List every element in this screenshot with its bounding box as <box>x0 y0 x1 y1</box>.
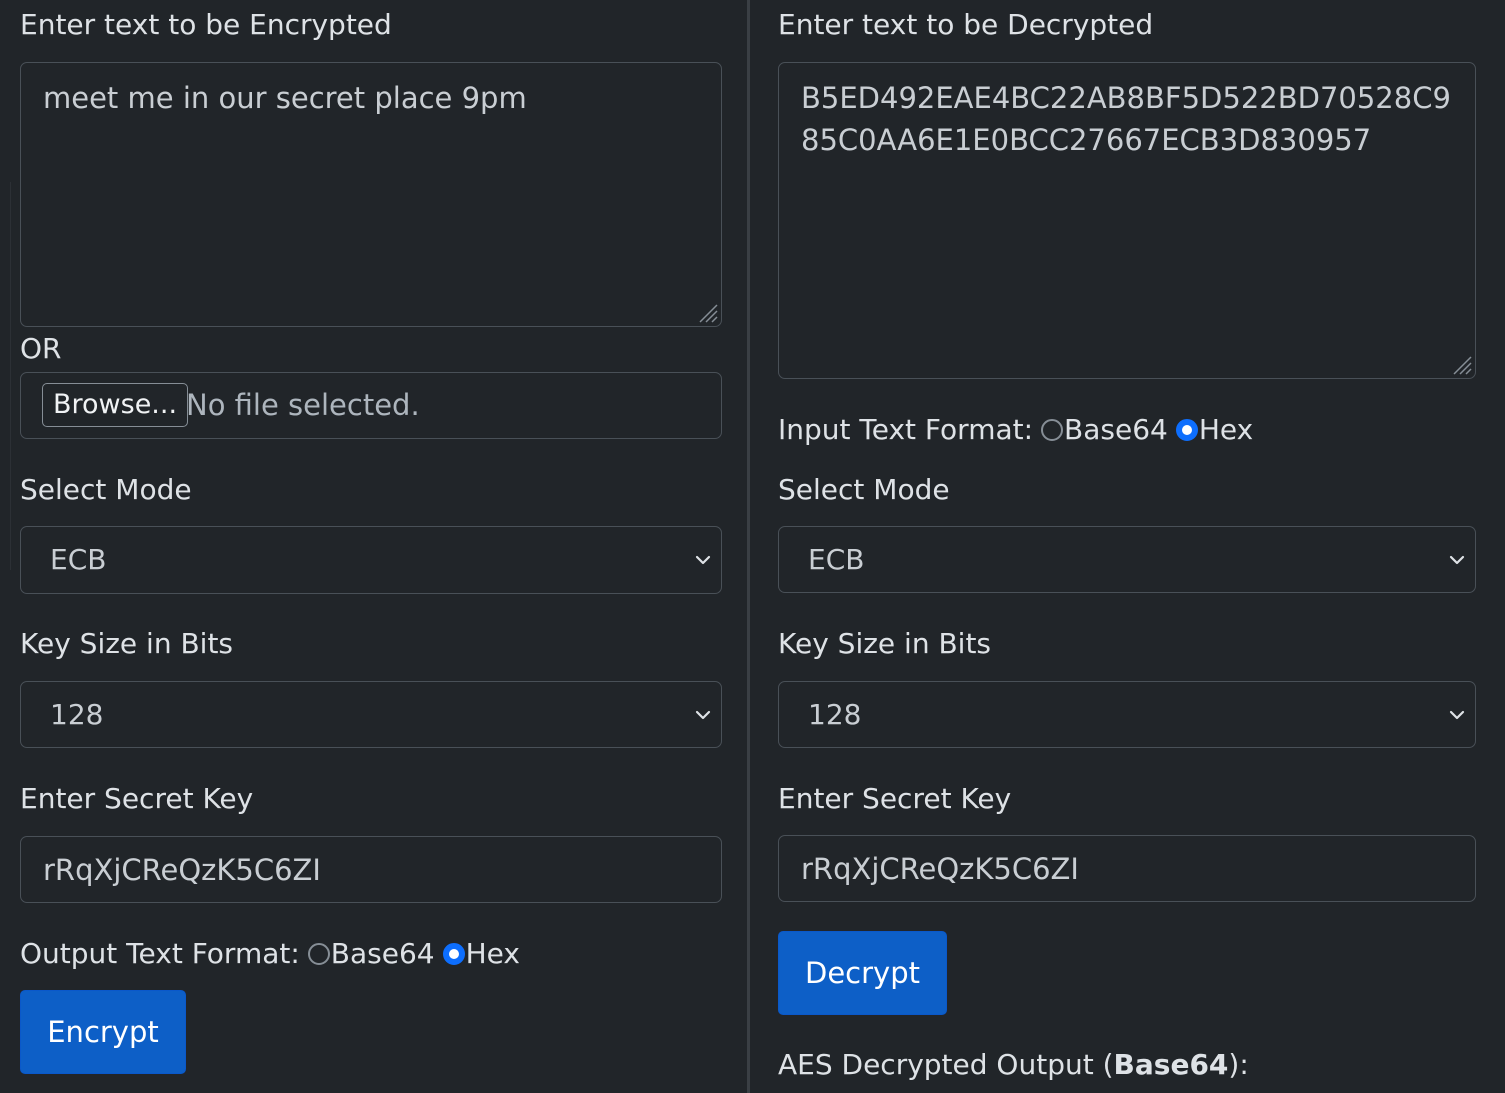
decrypt-secret-key-value: rRqXjCReQzK5C6ZI <box>801 852 1079 886</box>
input-format-base64-label[interactable]: Base64 <box>1064 412 1168 448</box>
decrypt-secret-key-input[interactable]: rRqXjCReQzK5C6ZI <box>778 835 1476 902</box>
encrypt-mode-select[interactable]: ECB <box>20 526 722 594</box>
encrypt-button[interactable]: Encrypt <box>20 990 186 1074</box>
output-format-base64-radio[interactable] <box>307 943 330 965</box>
decrypted-output-paren-open: ( <box>1102 1048 1114 1081</box>
decrypted-output-label: AES Decrypted Output <box>778 1048 1094 1081</box>
resize-grip-icon[interactable] <box>1450 353 1472 375</box>
output-format-label: Output Text Format: <box>20 937 300 970</box>
input-format-label: Input Text Format: <box>778 413 1034 446</box>
file-status-text: No file selected. <box>186 388 420 422</box>
output-format-hex-label[interactable]: Hex <box>466 936 520 972</box>
chevron-down-icon <box>1449 710 1465 720</box>
encrypt-key-size-label: Key Size in Bits <box>20 627 234 660</box>
resize-grip-icon[interactable] <box>696 301 718 323</box>
encrypt-textarea-value: meet me in our secret place 9pm <box>43 81 527 115</box>
decrypt-key-size-value: 128 <box>808 698 862 731</box>
decrypt-heading: Enter text to be Decrypted <box>778 8 1154 41</box>
left-edge-marker <box>0 182 11 570</box>
chevron-down-icon <box>695 710 711 720</box>
decrypt-mode-label: Select Mode <box>778 473 950 506</box>
decrypted-output-heading: AES Decrypted Output (Base64): <box>778 1047 1249 1083</box>
decrypt-textarea[interactable]: B5ED492EAE4BC22AB8BF5D522BD70528C985C0AA… <box>778 62 1476 379</box>
output-format-hex-radio[interactable] <box>442 943 465 965</box>
output-format-group: Output Text Format: Base64 Hex <box>20 936 520 972</box>
encrypt-secret-key-label: Enter Secret Key <box>20 782 254 815</box>
encrypt-heading: Enter text to be Encrypted <box>20 8 392 41</box>
encrypt-mode-value: ECB <box>50 543 107 576</box>
output-format-base64-label[interactable]: Base64 <box>331 936 435 972</box>
encrypt-mode-label: Select Mode <box>20 473 192 506</box>
decrypt-mode-value: ECB <box>808 543 865 576</box>
decrypted-output-format: Base64 <box>1113 1048 1229 1081</box>
browse-button[interactable]: Browse... <box>42 383 189 427</box>
aes-tool-page: Enter text to be Encrypted meet me in ou… <box>0 0 1505 1093</box>
input-format-hex-label[interactable]: Hex <box>1199 412 1253 448</box>
decrypted-output-paren-close: ): <box>1228 1048 1249 1081</box>
encrypt-key-size-select[interactable]: 128 <box>20 681 722 748</box>
decrypt-key-size-label: Key Size in Bits <box>778 627 992 660</box>
or-label: OR <box>20 332 62 365</box>
decrypt-textarea-value: B5ED492EAE4BC22AB8BF5D522BD70528C985C0AA… <box>801 81 1451 157</box>
input-format-hex-radio[interactable] <box>1175 419 1198 441</box>
encrypt-textarea[interactable]: meet me in our secret place 9pm <box>20 62 722 327</box>
encrypt-secret-key-value: rRqXjCReQzK5C6ZI <box>43 853 321 887</box>
input-format-group: Input Text Format: Base64 Hex <box>778 412 1253 448</box>
encrypt-key-size-value: 128 <box>50 698 104 731</box>
column-divider <box>747 0 750 1093</box>
chevron-down-icon <box>695 555 711 565</box>
encrypt-secret-key-input[interactable]: rRqXjCReQzK5C6ZI <box>20 836 722 903</box>
decrypt-mode-select[interactable]: ECB <box>778 526 1476 593</box>
decrypt-secret-key-label: Enter Secret Key <box>778 782 1012 815</box>
chevron-down-icon <box>1449 555 1465 565</box>
input-format-base64-radio[interactable] <box>1041 419 1064 441</box>
decrypt-button[interactable]: Decrypt <box>778 931 947 1015</box>
decrypt-key-size-select[interactable]: 128 <box>778 681 1476 748</box>
file-input[interactable]: Browse... No file selected. <box>20 372 722 439</box>
